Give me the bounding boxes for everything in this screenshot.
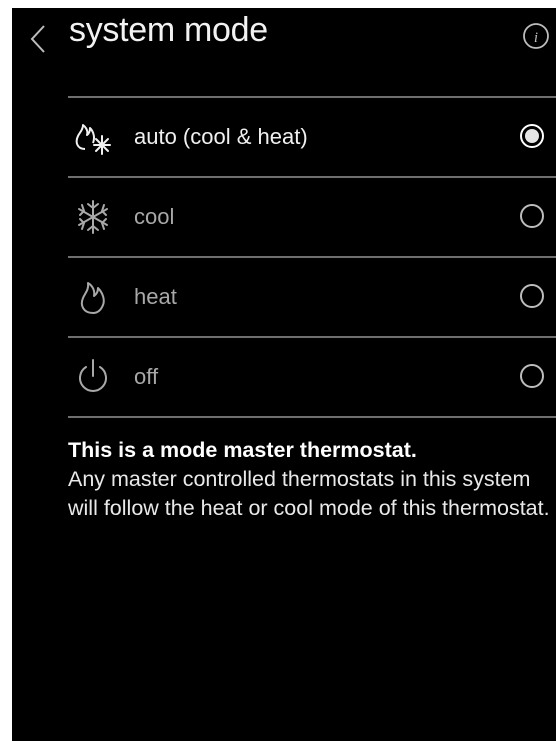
svg-text:i: i <box>534 30 538 46</box>
mode-option-auto[interactable]: auto (cool & heat) <box>68 98 556 178</box>
chevron-left-icon <box>30 25 45 53</box>
radio-heat[interactable] <box>520 284 544 308</box>
info-icon: i <box>523 23 549 49</box>
radio-cool[interactable] <box>520 204 544 228</box>
auto-flame-snowflake-icon <box>72 116 114 158</box>
mode-label-heat: heat <box>134 284 177 309</box>
mode-option-heat[interactable]: heat <box>68 258 556 338</box>
note-body: Any master controlled thermostats in thi… <box>68 467 550 520</box>
mode-label-off: off <box>134 364 159 389</box>
snowflake-icon <box>72 196 114 238</box>
thermostat-screen: system mode i auto (cool & heat) cool he… <box>12 8 556 741</box>
back-button[interactable] <box>26 20 52 58</box>
mode-option-off[interactable]: off <box>68 338 556 418</box>
mode-list: auto (cool & heat) cool heat off <box>68 96 556 418</box>
mode-option-cool[interactable]: cool <box>68 178 556 258</box>
radio-off[interactable] <box>520 364 544 388</box>
header: system mode i <box>12 8 556 68</box>
mode-master-note: This is a mode master thermostat. Any ma… <box>68 436 552 523</box>
mode-label-auto: auto (cool & heat) <box>134 124 308 149</box>
note-heading: This is a mode master thermostat. <box>68 438 417 462</box>
flame-icon <box>72 276 114 318</box>
mode-label-cool: cool <box>134 204 175 229</box>
info-button[interactable]: i <box>522 22 550 50</box>
power-icon <box>72 356 114 398</box>
radio-selected-auto[interactable] <box>520 124 544 148</box>
page-title: system mode <box>69 11 268 49</box>
